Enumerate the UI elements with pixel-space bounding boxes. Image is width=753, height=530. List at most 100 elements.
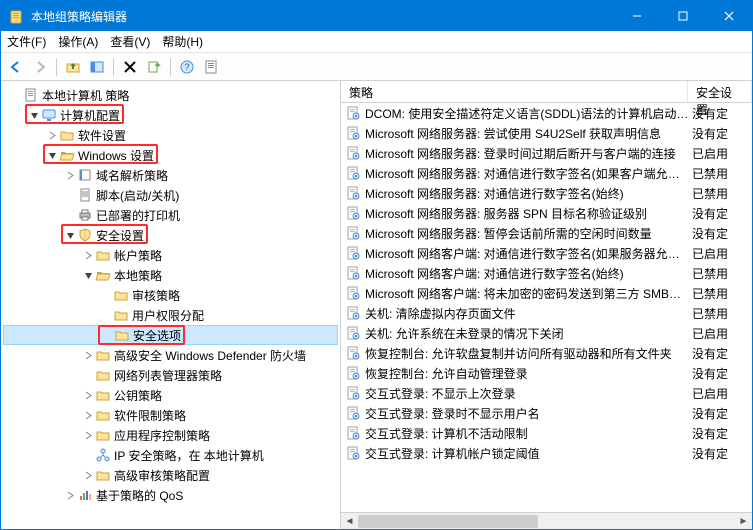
folder-icon <box>59 127 75 143</box>
menu-view[interactable]: 查看(V) <box>110 33 150 50</box>
maximize-button[interactable] <box>660 1 706 31</box>
menu-help[interactable]: 帮助(H) <box>162 33 203 50</box>
list-item[interactable]: Microsoft 网络服务器: 暂停会话前所需的空闲时间数量没有定 <box>341 223 752 243</box>
tree-item[interactable]: 网络列表管理器策略 <box>3 365 338 385</box>
list-item[interactable]: Microsoft 网络服务器: 对通信进行数字签名(如果客户端允…已禁用 <box>341 163 752 183</box>
list-item[interactable]: Microsoft 网络客户端: 对通信进行数字签名(如果服务器允…已启用 <box>341 243 752 263</box>
policy-name: Microsoft 网络服务器: 对通信进行数字签名(始终) <box>365 185 688 202</box>
tree-item[interactable]: 安全选项 <box>3 325 338 345</box>
list-item[interactable]: Microsoft 网络客户端: 对通信进行数字签名(始终)已禁用 <box>341 263 752 283</box>
list-item[interactable]: 关机: 清除虚拟内存页面文件已禁用 <box>341 303 752 323</box>
list-item[interactable]: 交互式登录: 计算机帐户锁定阈值没有定 <box>341 443 752 463</box>
menu-action[interactable]: 操作(A) <box>58 33 98 50</box>
folder-icon <box>95 387 111 403</box>
tree-item[interactable]: 高级审核策略配置 <box>3 465 338 485</box>
back-button-icon[interactable] <box>5 56 27 78</box>
show-pane-icon[interactable] <box>86 56 108 78</box>
chevron-right-icon[interactable] <box>81 431 95 440</box>
tree-item[interactable]: 基于策略的 QoS <box>3 485 338 505</box>
list-header: 策略 安全设置 <box>341 81 752 103</box>
close-button[interactable] <box>706 1 752 31</box>
col-setting[interactable]: 安全设置 <box>688 81 752 102</box>
scroll-right-icon[interactable]: ► <box>735 513 752 530</box>
policy-setting: 已启用 <box>688 145 752 162</box>
menu-file[interactable]: 文件(F) <box>7 33 46 50</box>
chevron-right-icon[interactable] <box>81 251 95 260</box>
tree-item[interactable]: 用户权限分配 <box>3 305 338 325</box>
policy-icon <box>345 145 361 161</box>
list-item[interactable]: DCOM: 使用安全描述符定义语言(SDDL)语法的计算机启动…没有定 <box>341 103 752 123</box>
tree-item[interactable]: 计算机配置 <box>3 105 338 125</box>
tree-item[interactable]: 本地策略 <box>3 265 338 285</box>
tree-item[interactable]: 审核策略 <box>3 285 338 305</box>
list-item[interactable]: 交互式登录: 不显示上次登录已启用 <box>341 383 752 403</box>
folder-icon <box>95 427 111 443</box>
chevron-right-icon[interactable] <box>81 411 95 420</box>
policy-setting: 已禁用 <box>688 285 752 302</box>
tree-item[interactable]: 安全设置 <box>3 225 338 245</box>
tree-item[interactable]: IP 安全策略，在 本地计算机 <box>3 445 338 465</box>
tree-item[interactable]: 软件设置 <box>3 125 338 145</box>
titlebar: 本地组策略编辑器 <box>1 1 752 31</box>
horizontal-scrollbar[interactable]: ◄ ► <box>341 512 752 529</box>
chevron-down-icon[interactable] <box>81 271 95 280</box>
tree-item[interactable]: 高级安全 Windows Defender 防火墙 <box>3 345 338 365</box>
policy-name: 恢复控制台: 允许自动管理登录 <box>365 365 688 382</box>
policy-name: Microsoft 网络服务器: 暂停会话前所需的空闲时间数量 <box>365 225 688 242</box>
chevron-down-icon[interactable] <box>45 151 59 160</box>
minimize-button[interactable] <box>614 1 660 31</box>
list-item[interactable]: 关机: 允许系统在未登录的情况下关闭已启用 <box>341 323 752 343</box>
scroll-left-icon[interactable]: ◄ <box>341 513 358 530</box>
tree-item[interactable]: 应用程序控制策略 <box>3 425 338 445</box>
chevron-right-icon[interactable] <box>81 351 95 360</box>
folder-icon <box>95 367 111 383</box>
col-policy[interactable]: 策略 <box>341 81 688 102</box>
folder-icon <box>113 307 129 323</box>
tree-item[interactable]: 脚本(启动/关机) <box>3 185 338 205</box>
chevron-right-icon[interactable] <box>63 491 77 500</box>
chevron-down-icon[interactable] <box>27 111 41 120</box>
tree-item[interactable]: 帐户策略 <box>3 245 338 265</box>
up-folder-icon[interactable] <box>62 56 84 78</box>
policy-name: 交互式登录: 登录时不显示用户名 <box>365 405 688 422</box>
chevron-right-icon[interactable] <box>63 171 77 180</box>
chevron-down-icon[interactable] <box>63 231 77 240</box>
list-item[interactable]: Microsoft 网络客户端: 将未加密的密码发送到第三方 SMB…已禁用 <box>341 283 752 303</box>
tree-item-label: 安全选项 <box>133 327 181 344</box>
chevron-right-icon[interactable] <box>81 391 95 400</box>
export-icon[interactable] <box>143 56 165 78</box>
list-item[interactable]: 交互式登录: 登录时不显示用户名没有定 <box>341 403 752 423</box>
list-item[interactable]: 恢复控制台: 允许软盘复制并访问所有驱动器和所有文件夹没有定 <box>341 343 752 363</box>
tree-item-label: 域名解析策略 <box>96 167 168 184</box>
tree-item[interactable]: 已部署的打印机 <box>3 205 338 225</box>
tree-pane[interactable]: 本地计算机 策略计算机配置软件设置Windows 设置域名解析策略脚本(启动/关… <box>1 81 341 529</box>
tree-item[interactable]: 域名解析策略 <box>3 165 338 185</box>
list-item[interactable]: Microsoft 网络服务器: 尝试使用 S4U2Self 获取声明信息没有定 <box>341 123 752 143</box>
policy-icon <box>345 305 361 321</box>
forward-button-icon[interactable] <box>29 56 51 78</box>
folderOpen-icon <box>95 267 111 283</box>
tree-item[interactable]: 公钥策略 <box>3 385 338 405</box>
list-item[interactable]: Microsoft 网络服务器: 服务器 SPN 目标名称验证级别没有定 <box>341 203 752 223</box>
tree-item[interactable]: Windows 设置 <box>3 145 338 165</box>
list-item[interactable]: Microsoft 网络服务器: 对通信进行数字签名(始终)已禁用 <box>341 183 752 203</box>
chevron-right-icon[interactable] <box>45 131 59 140</box>
tree-item[interactable]: 软件限制策略 <box>3 405 338 425</box>
properties-icon[interactable] <box>200 56 222 78</box>
scroll-thumb[interactable] <box>358 515 538 528</box>
list-item[interactable]: 交互式登录: 计算机不活动限制没有定 <box>341 423 752 443</box>
bars-icon <box>77 487 93 503</box>
help-icon[interactable]: ? <box>176 56 198 78</box>
chevron-right-icon[interactable] <box>81 471 95 480</box>
tree-item[interactable]: 本地计算机 策略 <box>3 85 338 105</box>
list-body[interactable]: DCOM: 使用安全描述符定义语言(SDDL)语法的计算机启动…没有定Micro… <box>341 103 752 512</box>
policy-icon <box>345 245 361 261</box>
policy-setting: 没有定 <box>688 425 752 442</box>
book-icon <box>77 167 93 183</box>
tree-item-label: 帐户策略 <box>114 247 162 264</box>
delete-icon[interactable] <box>119 56 141 78</box>
list-item[interactable]: Microsoft 网络服务器: 登录时间过期后断开与客户端的连接已启用 <box>341 143 752 163</box>
policy-icon <box>345 285 361 301</box>
policy-setting: 没有定 <box>688 345 752 362</box>
list-item[interactable]: 恢复控制台: 允许自动管理登录没有定 <box>341 363 752 383</box>
